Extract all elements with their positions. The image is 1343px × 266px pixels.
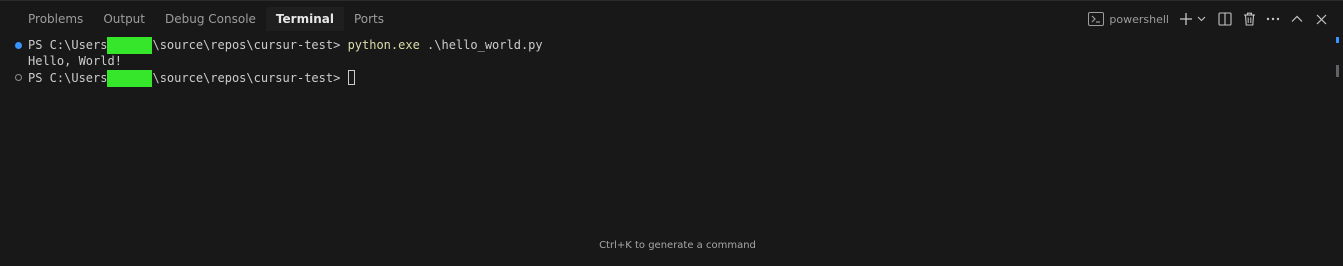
panel-actions: powershell (1086, 7, 1333, 31)
terminal-scrollbar[interactable] (1333, 35, 1343, 245)
prompt-path: \source\repos\cursur-test> (152, 38, 348, 52)
tab-debug-console[interactable]: Debug Console (155, 7, 266, 31)
trash-icon (1243, 12, 1256, 26)
split-terminal-icon (1218, 12, 1232, 26)
new-terminal-group (1177, 8, 1207, 30)
panel-tabs: Problems Output Debug Console Terminal P… (18, 7, 394, 31)
prompt-prefix: PS C:\Users (28, 38, 108, 52)
ellipsis-icon (1266, 17, 1280, 21)
terminal-output-line: Hello, World! (28, 54, 122, 68)
tab-problems[interactable]: Problems (18, 7, 93, 31)
chevron-down-icon (1197, 16, 1206, 22)
tab-ports[interactable]: Ports (344, 7, 394, 31)
split-terminal-button[interactable] (1213, 8, 1237, 30)
command-success-decoration[interactable] (15, 42, 22, 49)
tab-terminal[interactable]: Terminal (265, 7, 344, 31)
command-name: python.exe (347, 38, 420, 52)
close-panel-button[interactable] (1309, 8, 1333, 30)
new-terminal-button[interactable] (1177, 8, 1195, 30)
prompt-prefix: PS C:\Users (28, 71, 108, 85)
launch-profile-button[interactable] (1195, 8, 1207, 30)
chevron-up-icon (1291, 15, 1303, 23)
close-icon (1316, 14, 1327, 25)
kill-terminal-button[interactable] (1237, 8, 1261, 30)
prompt-path: \source\repos\cursur-test> (152, 71, 348, 85)
generate-command-hint: Ctrl+K to generate a command (599, 240, 756, 251)
terminal-panel: Problems Output Debug Console Terminal P… (0, 0, 1343, 266)
terminal-shell-name: powershell (1109, 12, 1169, 26)
redacted-username (107, 70, 153, 87)
redacted-username (107, 37, 153, 54)
more-actions-button[interactable] (1261, 8, 1285, 30)
terminal-instance-selector[interactable]: powershell (1086, 8, 1171, 30)
tab-output[interactable]: Output (93, 7, 155, 31)
command-args: .\hello_world.py (419, 38, 543, 52)
terminal-cursor (347, 70, 355, 85)
terminal-line-prompt: PS C:\Users \source\repos\cursur-test> (28, 70, 355, 87)
terminal-line-command: PS C:\Users \source\repos\cursur-test> py… (28, 37, 543, 54)
maximize-panel-button[interactable] (1285, 8, 1309, 30)
terminal-viewport[interactable]: PS C:\Users \source\repos\cursur-test> py… (0, 37, 1332, 257)
plus-icon (1179, 12, 1193, 26)
command-pending-decoration[interactable] (15, 74, 22, 81)
scrollbar-marker (1336, 37, 1339, 43)
terminal-powershell-icon (1088, 12, 1105, 26)
panel-tab-bar: Problems Output Debug Console Terminal P… (0, 1, 1343, 35)
scrollbar-thumb[interactable] (1336, 65, 1339, 77)
